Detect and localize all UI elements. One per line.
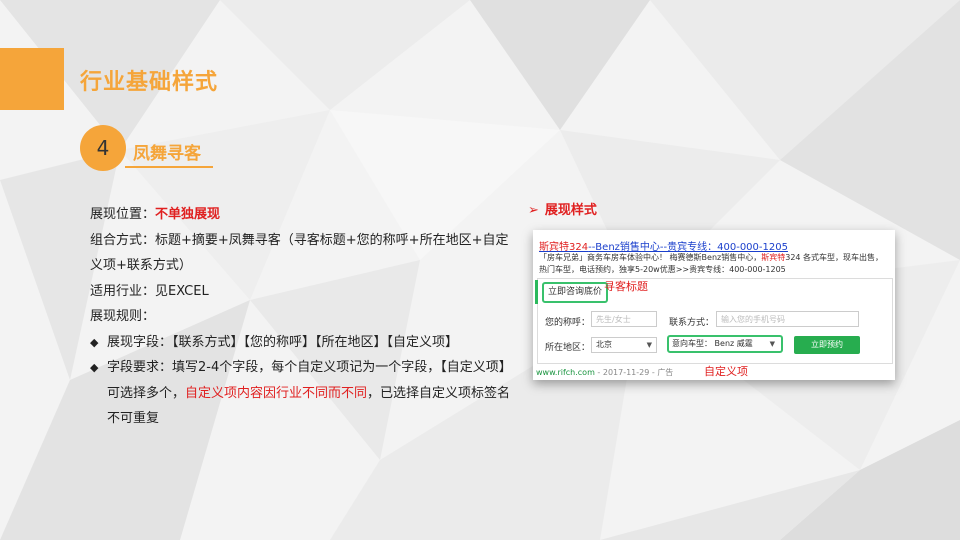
position-value: 不单独展现	[155, 207, 221, 222]
custom-field-annotation: 自定义项	[704, 365, 748, 378]
rule-requirements-text: 字段要求：填写2-4个字段，每个自定义项记为一个字段，【自定义项】	[107, 360, 512, 375]
ad-desc-part-1: 「房车兄弟」商务车房车体验中心！ 梅赛德斯Benz销售中心，	[539, 253, 762, 262]
submit-button[interactable]: 立即预约	[794, 336, 860, 354]
custom-field-value: Benz 威霆	[714, 339, 753, 348]
diamond-bullet-icon: ◆	[90, 335, 99, 349]
ad-description: 「房车兄弟」商务车房车体验中心！ 梅赛德斯Benz销售中心，斯宾特324 各式车…	[539, 252, 889, 276]
section-title: 凤舞寻客	[133, 144, 201, 164]
composition-line-1: 组合方式：标题+摘要+凤舞寻客（寻客标题+您的称呼+所在地区+自定	[90, 232, 509, 248]
region-select[interactable]: 北京 ▼	[591, 337, 657, 353]
slide-title: 行业基础样式	[80, 70, 219, 95]
ad-title-link[interactable]: 斯宾特324--Benz销售中心--贵宾专线：400-000-1205	[539, 238, 788, 253]
region-value: 北京	[596, 340, 612, 349]
preview-heading-text: 展现样式	[544, 203, 597, 218]
arrow-bullet-icon: ➢	[528, 203, 539, 218]
position-line: 展现位置：不单独展现	[90, 202, 522, 228]
rules-heading: 展现规则：	[90, 309, 156, 324]
rule-bullet-fields: ◆ 展现字段：【联系方式】【您的称呼】【所在地区】【自定义项】	[90, 330, 522, 356]
ad-footer-meta: - 2017-11-29 - 广告	[594, 368, 674, 377]
chevron-down-icon: ▼	[646, 341, 652, 349]
ad-footer: www.rifch.com - 2017-11-29 - 广告	[536, 367, 673, 378]
ad-preview-card: 斯宾特324--Benz销售中心--贵宾专线：400-000-1205 「房车兄…	[533, 230, 895, 380]
custom-field-label: 意向车型：	[672, 339, 712, 348]
preview-heading: ➢ 展现样式	[528, 199, 597, 218]
diamond-bullet-icon: ◆	[90, 361, 99, 374]
lead-title-annotation: 寻客标题	[604, 280, 648, 293]
rule-requirements-cont: 可选择多个，自定义项内容因行业不同而不同，已选择自定义项标签名	[90, 381, 522, 407]
section-title-underline	[125, 166, 213, 168]
region-label: 所在地区：	[545, 343, 591, 353]
rule-requirements-end: 不可重复	[107, 411, 160, 426]
chevron-down-icon: ▼	[769, 340, 775, 348]
name-input[interactable]: 先生/女士	[591, 311, 657, 327]
rule-fields-text: 展现字段：【联系方式】【您的称呼】【所在地区】【自定义项】	[107, 334, 459, 350]
description-body: 展现位置：不单独展现 组合方式：标题+摘要+凤舞寻客（寻客标题+您的称呼+所在地…	[90, 202, 522, 432]
custom-field-select[interactable]: 意向车型： Benz 威霆 ▼	[667, 335, 783, 353]
name-label: 您的称呼：	[545, 318, 591, 328]
rule-requirements-text-b: 可选择多个，	[107, 385, 186, 401]
ad-desc-highlight: 斯宾特	[761, 253, 786, 262]
contact-input[interactable]: 输入您的手机号码	[716, 311, 859, 327]
lead-title-button[interactable]: 立即咨询底价	[542, 282, 609, 303]
ad-footer-url[interactable]: www.rifch.com	[536, 368, 595, 377]
rule-requirements-text-c: ，已选择自定义项标签名	[367, 385, 511, 401]
contact-label: 联系方式：	[669, 318, 715, 328]
rule-requirements-highlight: 自定义项内容因行业不同而不同	[185, 385, 368, 401]
form-accent-bar	[535, 280, 538, 304]
section-number-badge: 4	[80, 125, 126, 171]
rule-bullet-requirements: ◆ 字段要求：填写2-4个字段，每个自定义项记为一个字段，【自定义项】	[90, 355, 522, 381]
industry-line: 适用行业：见EXCEL	[90, 283, 209, 299]
position-label: 展现位置：	[90, 207, 156, 222]
composition-line-2: 义项+联系方式）	[90, 258, 192, 273]
title-accent-bar	[0, 48, 64, 110]
